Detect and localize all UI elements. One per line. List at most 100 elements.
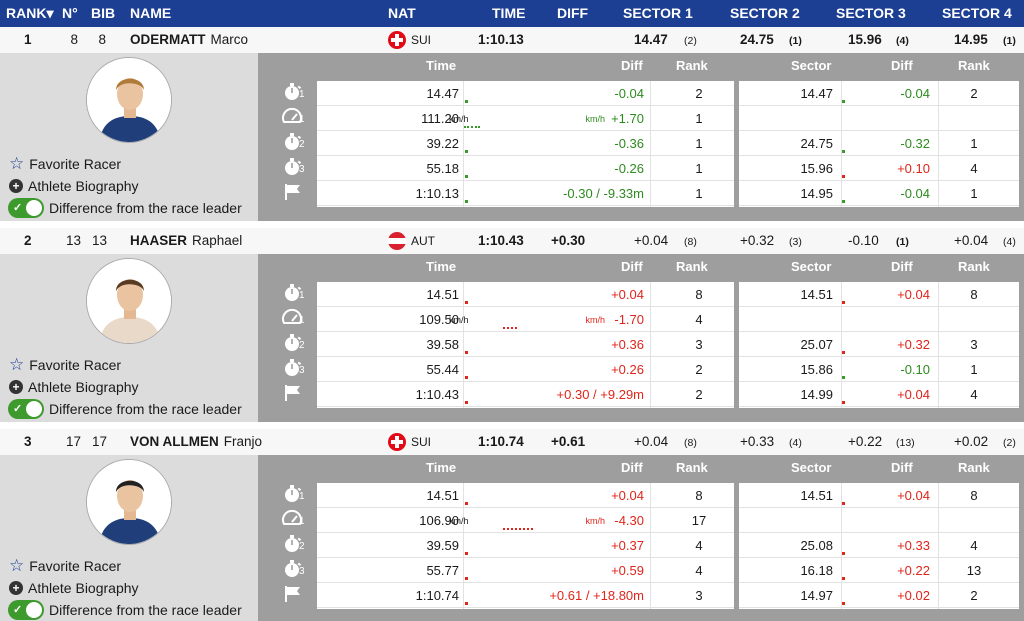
split-time: 55.18 bbox=[426, 161, 459, 176]
athlete-detail: ☆ Favorite Racer + Athlete Biography ✓ Differ… bbox=[0, 455, 1024, 621]
athlete-row[interactable]: 3 17 17 VON ALLMEN 1:10.74 +0.61 +0.04 +0.33 +0.… bbox=[0, 429, 1024, 455]
col-sector1: SECTOR 1 bbox=[623, 5, 693, 21]
diff-bar bbox=[465, 401, 468, 404]
sector-rank: 8 bbox=[970, 488, 978, 503]
split-header-rank: Rank bbox=[676, 259, 708, 274]
sector-row: 14.51 +0.04 8 bbox=[739, 282, 1019, 307]
sector-time: 24.75 bbox=[800, 136, 833, 151]
plus-icon: + bbox=[9, 380, 23, 394]
icon-subscript: 1 bbox=[299, 315, 305, 326]
split-diff: +0.04 bbox=[611, 488, 644, 503]
split-rank: 2 bbox=[695, 362, 703, 377]
sector-row: 25.08 +0.33 4 bbox=[739, 533, 1019, 558]
icon-subscript: 1 bbox=[299, 114, 305, 125]
sector-row: 14.47 -0.04 2 bbox=[739, 81, 1019, 106]
split-row: 1:10.74 +0.61 / +18.80m 3 bbox=[317, 583, 734, 608]
athlete-biography-link[interactable]: + Athlete Biography bbox=[9, 580, 139, 596]
diff-bar bbox=[842, 200, 845, 203]
diff-bar bbox=[842, 502, 845, 505]
sector-row: 14.97 +0.02 2 bbox=[739, 583, 1019, 608]
col-rank[interactable]: RANK▾ bbox=[6, 5, 53, 22]
plus-icon: + bbox=[9, 179, 23, 193]
no-cell: 13 bbox=[66, 233, 82, 248]
stopwatch-icon: 3 bbox=[280, 355, 306, 381]
split-diff: -0.26 bbox=[614, 161, 644, 176]
stopwatch-icon: 1 bbox=[280, 481, 306, 507]
split-header-rank2: Rank bbox=[958, 460, 990, 475]
sector-rank: 4 bbox=[970, 161, 978, 176]
no-cell: 17 bbox=[66, 434, 82, 449]
speedometer-icon: 1 bbox=[280, 305, 306, 331]
split-row: 39.59 +0.37 4 bbox=[317, 533, 734, 558]
athlete-row[interactable]: 2 13 13 HAASER 1:10.43 +0.30 +0.04 +0.32 -0.10 +0… bbox=[0, 228, 1024, 254]
finish-flag-icon bbox=[280, 380, 306, 406]
sector-rank: (1) bbox=[789, 35, 802, 47]
sector-row bbox=[739, 106, 1019, 131]
time-cell: 1:10.13 bbox=[478, 32, 524, 47]
kmh-unit: km/h bbox=[449, 516, 469, 526]
split-diff: -0.30 / -9.33m bbox=[563, 186, 644, 201]
athlete-row[interactable]: 1 8 8 ODERMATT 1:10.13 14.47 24.75 15.96 14.95 Ma… bbox=[0, 27, 1024, 53]
sector-rank: 13 bbox=[966, 563, 982, 578]
split-table: 14.47 -0.04 2 111.20 +1.70 1 km/h km/h 39.22 -0.3… bbox=[317, 81, 734, 207]
split-diff: -4.30 bbox=[614, 513, 644, 528]
split-rank: 3 bbox=[695, 337, 703, 352]
split-rank: 2 bbox=[695, 387, 703, 402]
sector-table: 14.51 +0.04 8 25.07 +0.32 3 15.86 -0.10 1 14.99 +0… bbox=[739, 282, 1019, 408]
sector-rank: (8) bbox=[684, 437, 697, 449]
split-row: 39.22 -0.36 1 bbox=[317, 131, 734, 156]
split-time: 14.47 bbox=[426, 86, 459, 101]
split-rank: 3 bbox=[695, 588, 703, 603]
sector-time: 25.08 bbox=[800, 538, 833, 553]
diff-bar bbox=[842, 301, 845, 304]
firstname: Franjo bbox=[223, 434, 263, 449]
sector-time: 16.18 bbox=[800, 563, 833, 578]
split-diff: +0.61 / +18.80m bbox=[549, 588, 644, 603]
diff-bar bbox=[842, 376, 845, 379]
split-headers: Time Diff Rank Sector Diff Rank bbox=[258, 53, 1024, 77]
race-leader-toggle[interactable]: ✓ Difference from the race leader bbox=[8, 600, 242, 620]
check-icon: ✓ bbox=[13, 202, 23, 214]
race-leader-toggle[interactable]: ✓ Difference from the race leader bbox=[8, 198, 242, 218]
stopwatch-icon: 3 bbox=[280, 154, 306, 180]
split-time: 55.44 bbox=[426, 362, 459, 377]
toggle-switch[interactable]: ✓ bbox=[8, 198, 44, 218]
sector-row: 24.75 -0.32 1 bbox=[739, 131, 1019, 156]
athlete-biography-link[interactable]: + Athlete Biography bbox=[9, 379, 139, 395]
toggle-switch[interactable]: ✓ bbox=[8, 399, 44, 419]
split-diff: +1.70 bbox=[611, 111, 644, 126]
split-row: 109.50 -1.70 4 km/h km/h bbox=[317, 307, 734, 332]
sector-diff: +0.04 bbox=[897, 488, 930, 503]
nat-cell: AUT bbox=[411, 234, 435, 248]
icon-subscript: 1 bbox=[299, 89, 305, 100]
sector4-value: 14.95 bbox=[954, 32, 988, 47]
athlete-panel: ☆ Favorite Racer + Athlete Biography ✓ Differ… bbox=[0, 455, 258, 621]
check-icon: ✓ bbox=[13, 403, 23, 415]
sector1-value: 14.47 bbox=[634, 32, 668, 47]
sector-rank: (2) bbox=[684, 35, 697, 47]
split-header-time: Time bbox=[426, 259, 457, 274]
country-flag-icon bbox=[388, 31, 406, 49]
split-time: 39.58 bbox=[426, 337, 459, 352]
split-time: 39.22 bbox=[426, 136, 459, 151]
col-sector4: SECTOR 4 bbox=[942, 5, 1012, 21]
col-sector2: SECTOR 2 bbox=[730, 5, 800, 21]
split-rank: 1 bbox=[695, 186, 703, 201]
favorite-racer-link[interactable]: ☆ Favorite Racer bbox=[9, 356, 121, 373]
sector-row: 14.51 +0.04 8 bbox=[739, 483, 1019, 508]
toggle-switch[interactable]: ✓ bbox=[8, 600, 44, 620]
split-table: 14.51 +0.04 8 106.90 -4.30 17 km/h km/h 39.59 +0.… bbox=[317, 483, 734, 609]
athlete-biography-link[interactable]: + Athlete Biography bbox=[9, 178, 139, 194]
sector3-value: +0.22 bbox=[848, 434, 883, 449]
split-rank: 8 bbox=[695, 287, 703, 302]
speedometer-icon: 1 bbox=[280, 104, 306, 130]
icon-subscript: 1 bbox=[299, 516, 305, 527]
race-leader-toggle[interactable]: ✓ Difference from the race leader bbox=[8, 399, 242, 419]
favorite-racer-link[interactable]: ☆ Favorite Racer bbox=[9, 557, 121, 574]
sector-rank: (1) bbox=[1003, 35, 1016, 47]
sector-diff: +0.22 bbox=[897, 563, 930, 578]
star-icon: ☆ bbox=[9, 154, 25, 173]
rank-cell: 2 bbox=[24, 233, 32, 248]
favorite-racer-link[interactable]: ☆ Favorite Racer bbox=[9, 155, 121, 172]
stopwatch-icon: 1 bbox=[280, 280, 306, 306]
